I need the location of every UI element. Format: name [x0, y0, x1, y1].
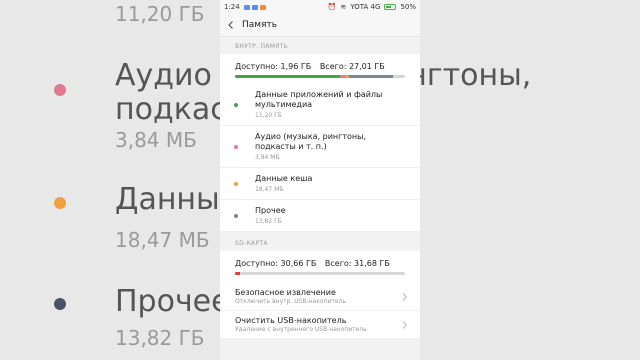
- notification-icon: [243, 4, 250, 10]
- sd-totals: Доступно: 30,66 ГБ Всего: 31,68 ГБ: [220, 251, 420, 272]
- action-desc: Удаление с внутреннего USB-накопитель: [235, 326, 367, 333]
- notification-icon: [251, 4, 258, 10]
- storage-item-label: Данные приложений и файлы мультимедиа: [255, 90, 383, 109]
- bg-audio-dot: [54, 84, 66, 96]
- action-label: Безопасное извлечение: [235, 288, 336, 297]
- bg-size-audio: 3,84 МБ: [115, 128, 197, 152]
- storage-item-size: 3,84 МБ: [255, 154, 280, 161]
- apps-color-dot: [234, 102, 238, 107]
- internal-total: Всего: 27,01 ГБ: [319, 62, 385, 71]
- chevron-right-icon: [402, 320, 408, 329]
- carrier-label: YOTA 4G: [350, 3, 381, 11]
- audio-color-dot: [234, 144, 238, 149]
- safe-eject-button[interactable]: Безопасное извлечение Отключить внутр. U…: [220, 283, 420, 311]
- notification-icon: [259, 4, 266, 10]
- action-desc: Отключить внутр. USB-накопитель: [235, 298, 346, 305]
- bg-size-apps: 11,20 ГБ: [115, 2, 205, 26]
- storage-item-cache[interactable]: Данные кеша 18,47 МБ: [220, 168, 420, 200]
- chevron-right-icon: [402, 292, 408, 301]
- usage-segment-sd: [235, 272, 241, 275]
- storage-item-label: Прочее: [255, 206, 286, 215]
- storage-item-audio[interactable]: Аудио (музыка, рингтоны, подкасты и т. п…: [220, 126, 420, 168]
- bg-other-dot: [54, 298, 66, 310]
- sd-storage-card: Доступно: 30,66 ГБ Всего: 31,68 ГБ Безоп…: [220, 251, 420, 339]
- cache-color-dot: [234, 181, 238, 186]
- internal-storage-card: Доступно: 1,96 ГБ Всего: 27,01 ГБ Данные…: [220, 54, 420, 232]
- bg-size-other: 13,82 ГБ: [115, 326, 205, 350]
- bg-other-label: Прочее: [115, 284, 230, 319]
- bg-cache-dot: [54, 197, 66, 209]
- battery-icon: [384, 4, 397, 10]
- chevron-left-icon: [228, 21, 233, 29]
- internal-available: Доступно: 1,96 ГБ: [235, 62, 312, 71]
- phone-screen: 1:24 ⏰ ≋ YOTA 4G 50% Память ВНУТР. ПАМЯТ…: [220, 0, 420, 360]
- page-title: Память: [242, 20, 278, 30]
- internal-totals: Доступно: 1,96 ГБ Всего: 27,01 ГБ: [220, 54, 420, 75]
- storage-item-size: 11,20 ГБ: [255, 112, 282, 119]
- storage-item-apps[interactable]: Данные приложений и файлы мультимедиа 11…: [220, 84, 420, 126]
- storage-item-label: Аудио (музыка, рингтоны, подкасты и т. п…: [255, 132, 367, 151]
- back-button[interactable]: [226, 20, 236, 30]
- bg-size-cache: 18,47 МБ: [115, 228, 210, 252]
- action-label: Очистить USB-накопитель: [235, 316, 347, 325]
- app-bar: Память: [220, 14, 420, 37]
- status-time: 1:24: [224, 3, 240, 11]
- alarm-icon: ⏰: [327, 3, 337, 11]
- other-color-dot: [234, 213, 238, 218]
- section-internal-label: ВНУТР. ПАМЯТЬ: [235, 43, 289, 50]
- section-sd-label: SD-КАРТА: [235, 240, 268, 247]
- clear-usb-button[interactable]: Очистить USB-накопитель Удаление с внутр…: [220, 311, 420, 339]
- storage-item-size: 13,82 ГБ: [255, 218, 282, 225]
- usage-segment-apps: [235, 75, 341, 78]
- wifi-icon: ≋: [340, 3, 347, 11]
- internal-usage-bar: [235, 75, 405, 78]
- storage-item-label: Данные кеша: [255, 174, 313, 183]
- sd-total: Всего: 31,68 ГБ: [324, 259, 390, 268]
- storage-item-size: 18,47 МБ: [255, 186, 284, 193]
- status-bar: 1:24 ⏰ ≋ YOTA 4G 50%: [220, 0, 420, 14]
- storage-item-other[interactable]: Прочее 13,82 ГБ: [220, 200, 420, 232]
- sd-available: Доступно: 30,66 ГБ: [235, 259, 317, 268]
- battery-percent: 50%: [400, 3, 416, 11]
- usage-segment-other: [348, 75, 394, 78]
